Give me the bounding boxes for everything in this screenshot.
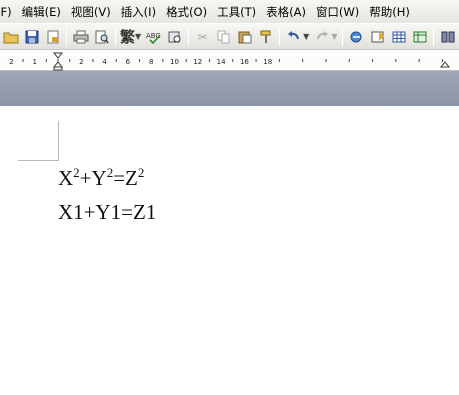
menu-insert[interactable]: 插入(I) xyxy=(116,2,161,22)
cut-icon[interactable]: ✂ xyxy=(193,27,212,47)
redo-dropdown-icon[interactable]: ▼ xyxy=(331,32,337,41)
menu-view[interactable]: 视图(V) xyxy=(66,2,116,22)
toolbar-separator xyxy=(279,27,281,46)
chevron-down-icon[interactable]: ▼ xyxy=(135,32,141,41)
document-background xyxy=(0,71,459,106)
columns-icon[interactable] xyxy=(438,27,457,47)
redo-icon[interactable] xyxy=(312,27,331,47)
menu-window[interactable]: 窗口(W) xyxy=(311,2,364,22)
toolbar-separator xyxy=(66,27,67,46)
ruler-number: 1 xyxy=(32,58,36,66)
ruler-number: 10 xyxy=(170,58,179,66)
text-plus-y: +Y xyxy=(79,166,107,190)
toolbar-separator xyxy=(433,27,435,46)
equation-plain-line[interactable]: X1+Y1=Z1 xyxy=(58,200,156,225)
text-equals-z: =Z xyxy=(113,166,138,190)
paste-icon[interactable] xyxy=(235,27,254,47)
menu-tools[interactable]: 工具(T) xyxy=(212,2,261,22)
tables-borders-icon[interactable] xyxy=(368,27,387,47)
standard-toolbar: 繁 ▼ ABC ✂ ▼ ▼ xyxy=(0,23,459,50)
menu-table[interactable]: 表格(A) xyxy=(261,2,311,22)
superscript: 2 xyxy=(137,165,145,180)
superscript: 2 xyxy=(106,165,114,180)
right-indent-marker-icon xyxy=(439,61,451,68)
ruler-number: 4 xyxy=(102,58,107,66)
save-icon[interactable] xyxy=(22,27,41,47)
ruler-number: 12 xyxy=(193,58,202,66)
menu-file[interactable]: (F) xyxy=(0,2,17,22)
research-icon[interactable] xyxy=(165,27,184,47)
horizontal-ruler[interactable]: 2 1 2 4 6 8 10 12 14 16 18 xyxy=(0,50,459,71)
insert-table-icon[interactable] xyxy=(389,27,408,47)
document-page[interactable] xyxy=(0,106,459,395)
ruler-number: 16 xyxy=(240,58,249,66)
toolbar-separator xyxy=(188,27,190,46)
format-painter-icon[interactable] xyxy=(256,27,275,47)
toolbar-separator xyxy=(342,27,344,46)
copy-icon[interactable] xyxy=(214,27,233,47)
ruler-number: 6 xyxy=(126,58,131,66)
toolbar-separator xyxy=(115,27,116,46)
insert-excel-icon[interactable] xyxy=(410,27,429,47)
margin-corner-mark xyxy=(18,160,59,161)
print-icon[interactable] xyxy=(71,27,90,47)
undo-dropdown-icon[interactable]: ▼ xyxy=(303,32,309,41)
ruler-number: 8 xyxy=(149,58,153,66)
text-x: X xyxy=(58,166,74,190)
menu-edit[interactable]: 编辑(E) xyxy=(17,2,66,22)
ruler-number: 18 xyxy=(263,58,272,66)
menu-bar: (F) 编辑(E) 视图(V) 插入(I) 格式(O) 工具(T) 表格(A) … xyxy=(0,0,459,23)
hyperlink-icon[interactable] xyxy=(347,27,366,47)
ruler-scale: 2 1 2 4 6 8 10 12 14 16 18 xyxy=(9,52,451,71)
menu-help[interactable]: 帮助(H) xyxy=(364,2,415,22)
left-indent-box-icon xyxy=(53,66,63,71)
ruler-number: 14 xyxy=(217,58,226,66)
menu-format[interactable]: 格式(O) xyxy=(161,2,212,22)
undo-icon[interactable] xyxy=(284,27,303,47)
permission-icon[interactable] xyxy=(43,27,62,47)
superscript: 2 xyxy=(73,165,80,180)
traditional-chinese-button[interactable]: 繁 xyxy=(119,26,136,47)
open-icon[interactable] xyxy=(1,27,20,47)
spelling-icon[interactable]: ABC xyxy=(144,27,163,47)
ruler-number: 2 xyxy=(79,58,83,66)
equation-superscript-line[interactable]: X2+Y2=Z2 xyxy=(58,165,145,191)
ruler-number: 2 xyxy=(9,58,13,66)
margin-corner-mark xyxy=(58,121,59,161)
print-preview-icon[interactable] xyxy=(92,27,111,47)
